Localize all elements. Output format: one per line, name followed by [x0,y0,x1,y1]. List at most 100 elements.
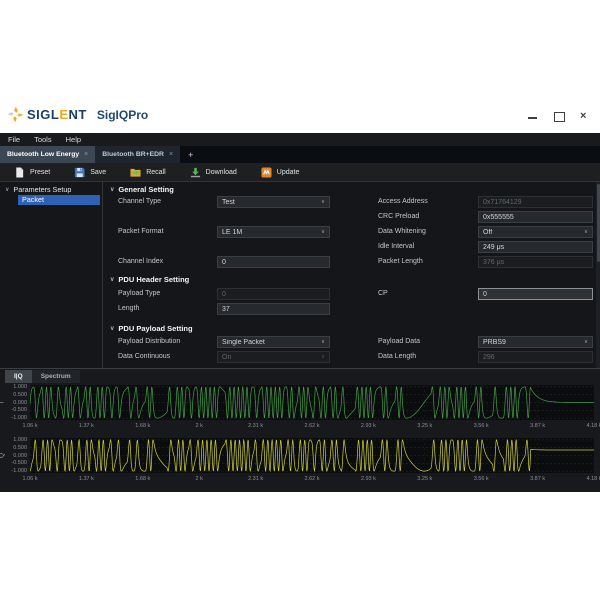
x-tick-label: 1.68 k [128,423,158,429]
x-tick-label: 4.18 k [579,476,600,482]
idle-interval-input[interactable]: 249 μs [478,241,593,253]
chevron-down-icon: ∨ [110,325,114,332]
packet-format-select[interactable]: LE 1M∨ [217,226,330,238]
tab-iq[interactable]: I|Q [5,370,32,383]
access-address-label: Access Address [378,196,428,208]
tree-root-parameters-setup[interactable]: ∨ Parameters Setup [5,185,71,194]
screen: SIGLENT SigIQPro × File Tools Help Bluet… [0,0,600,600]
x-tick-label: 1.06 k [15,476,45,482]
form-scrollbar[interactable] [596,182,600,368]
scrollbar-thumb[interactable] [597,184,600,262]
crc-preload-label: CRC Preload [378,211,419,223]
payload-distribution-select[interactable]: Single Packet∨ [217,336,330,348]
packet-format-label: Packet Format [118,226,164,238]
update-icon [261,167,272,178]
x-tick-label: 1.06 k [15,423,45,429]
x-tick-label: 3.56 k [466,423,496,429]
data-whitening-label: Data Whitening [378,226,426,238]
x-tick-label: 3.56 k [466,476,496,482]
crc-preload-input[interactable]: 0x555555 [478,211,593,223]
chart-tab-bar: I|Q Spectrum [5,370,80,383]
tab-spectrum[interactable]: Spectrum [32,370,80,383]
length-input[interactable]: 37 [217,303,330,315]
chevron-down-icon: ∨ [321,229,325,235]
channel-type-label: Channel Type [118,196,161,208]
payload-type-label: Payload Type [118,288,160,300]
preset-button[interactable]: Preset [14,167,50,178]
x-tick-label: 1.37 k [71,476,101,482]
brand-logo: SIGLENT SigIQPro [8,107,148,122]
x-tick-label: 3.87 k [523,476,553,482]
app-title: SigIQPro [97,108,148,122]
access-address-input: 0x71764129 [478,196,593,208]
update-button[interactable]: Update [261,167,300,178]
download-button[interactable]: Download [190,167,237,178]
chevron-down-icon: ∨ [584,229,588,235]
data-whitening-select[interactable]: Off∨ [478,226,593,238]
i-waveform-chart: I1.0000.5000.000-0.500-1.0001.06 k1.37 k… [0,385,600,437]
tab-close-icon[interactable]: × [84,151,88,158]
menu-tools[interactable]: Tools [34,135,52,144]
y-tick-label: 0.500 [3,445,27,451]
x-tick-label: 2.93 k [353,476,383,482]
channel-index-input[interactable]: 0 [217,256,330,268]
minimize-button[interactable] [528,112,538,121]
maximize-button[interactable] [554,112,564,121]
chevron-down-icon: ∨ [584,339,588,345]
channel-index-label: Channel Index [118,256,163,268]
toolbar: Preset Save Recall Download Update [0,163,600,182]
chart-panel: I|Q Spectrum I1.0000.5000.000-0.500-1.00… [0,368,600,492]
x-tick-label: 2.31 k [241,476,271,482]
document-icon [14,167,25,178]
title-bar: SIGLENT SigIQPro × [0,100,600,133]
sidebar-item-packet[interactable]: Packet [18,195,100,205]
save-button[interactable]: Save [74,167,106,178]
section-pdu-payload-setting[interactable]: ∨ PDU Payload Setting [110,324,193,333]
payload-data-select[interactable]: PRBS9∨ [478,336,593,348]
tab-bluetooth-low-energy[interactable]: Bluetooth Low Energy × [0,146,95,163]
section-pdu-header-setting[interactable]: ∨ PDU Header Setting [110,275,189,284]
x-tick-label: 2 k [184,476,214,482]
x-tick-label: 2.62 k [297,423,327,429]
packet-length-input: 376 μs [478,256,593,268]
chevron-down-icon: ∨ [321,354,325,360]
payload-type-input: 0 [217,288,330,300]
y-tick-label: -1.000 [3,468,27,474]
menu-file[interactable]: File [8,135,20,144]
y-tick-label: -0.500 [3,407,27,413]
menu-help[interactable]: Help [66,135,81,144]
chevron-down-icon: ∨ [321,199,325,205]
x-tick-label: 3.25 k [410,423,440,429]
app-window: SIGLENT SigIQPro × File Tools Help Bluet… [0,100,600,492]
cp-input[interactable]: 0 [478,288,593,300]
recall-button[interactable]: Recall [130,167,165,178]
chevron-down-icon: ∨ [321,339,325,345]
payload-distribution-label: Payload Distribution [118,336,180,348]
q-plot-area[interactable] [30,438,594,473]
i-plot-area[interactable] [30,385,594,420]
floppy-icon [74,167,85,178]
x-tick-label: 3.25 k [410,476,440,482]
new-tab-button[interactable]: + [180,146,201,163]
window-controls: × [528,112,590,121]
data-length-input: 296 [478,351,593,363]
close-button[interactable]: × [580,112,590,121]
channel-type-select[interactable]: Test∨ [217,196,330,208]
cp-label: CP [378,288,388,300]
tab-bluetooth-br-edr[interactable]: Bluetooth BR+EDR × [95,146,180,163]
x-tick-label: 1.68 k [128,476,158,482]
data-continuous-select: On∨ [217,351,330,363]
x-tick-label: 3.87 k [523,423,553,429]
y-tick-label: -0.500 [3,460,27,466]
section-general-setting[interactable]: ∨ General Setting [110,185,174,194]
x-tick-label: 2.31 k [241,423,271,429]
y-tick-label: 1.000 [3,437,27,443]
y-tick-label: 1.000 [3,384,27,390]
packet-length-label: Packet Length [378,256,423,268]
y-tick-label: 0.500 [3,392,27,398]
y-tick-label: 0.000 [3,400,27,406]
tab-close-icon[interactable]: × [169,151,173,158]
length-label: Length [118,303,139,315]
folder-icon [130,167,141,178]
x-tick-label: 1.37 k [71,423,101,429]
